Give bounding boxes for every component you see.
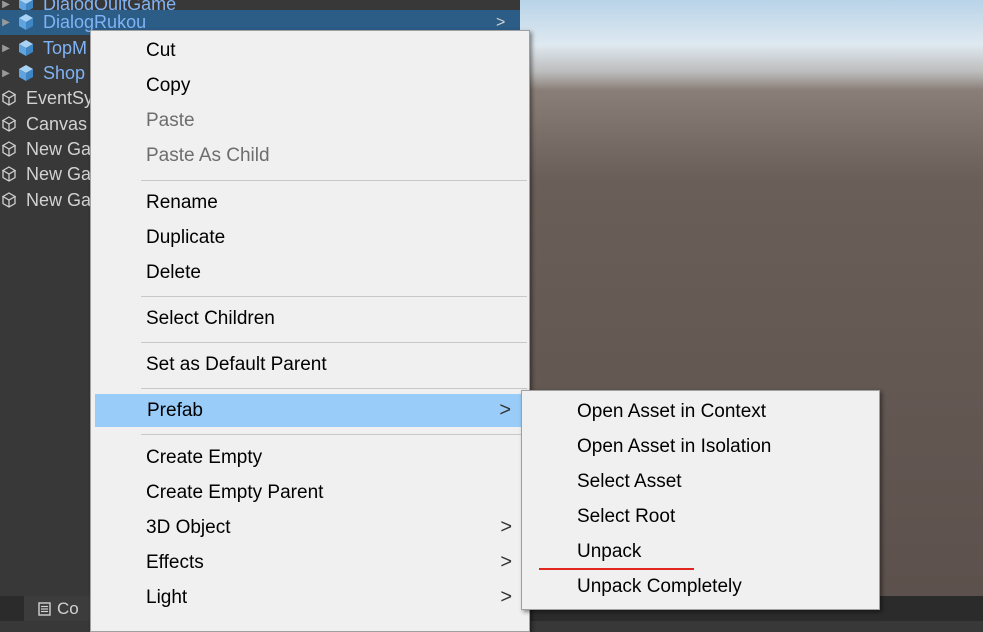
menu-separator	[141, 296, 527, 297]
menu-separator	[141, 180, 527, 181]
menu-item-rename[interactable]: Rename	[94, 186, 526, 219]
gameobject-cube-icon	[1, 116, 17, 132]
menu-item-set-as-default-parent[interactable]: Set as Default Parent	[94, 348, 526, 381]
menu-separator	[141, 434, 527, 435]
menu-item-label: Unpack Completely	[577, 576, 742, 597]
menu-item-label: Copy	[146, 75, 191, 96]
hierarchy-row-new-gameobject[interactable]: New Ga	[0, 137, 91, 162]
menu-item-label: Duplicate	[146, 227, 226, 248]
hierarchy-row-new-gameobject[interactable]: New Ga	[0, 162, 91, 187]
hierarchy-row-topm[interactable]: ▶ TopM	[0, 36, 87, 61]
gameobject-cube-icon	[1, 90, 17, 106]
console-icon	[38, 602, 51, 616]
prefab-cube-icon	[19, 14, 34, 30]
menu-item-label: Rename	[146, 192, 218, 213]
menu-item-duplicate[interactable]: Duplicate	[94, 221, 526, 254]
menu-item-label: Paste	[146, 110, 195, 131]
menu-item-light[interactable]: Light >	[94, 581, 526, 614]
menu-item-cut[interactable]: Cut	[94, 34, 526, 67]
menu-item-select-asset[interactable]: Select Asset	[525, 465, 876, 498]
menu-item-label: Open Asset in Context	[577, 401, 767, 422]
context-menu: Cut Copy Paste Paste As Child Rename Dup…	[90, 30, 530, 632]
menu-item-effects[interactable]: Effects >	[94, 546, 526, 579]
menu-item-label: Open Asset in Isolation	[577, 436, 772, 457]
menu-item-label: Select Asset	[577, 471, 682, 492]
menu-separator	[141, 342, 527, 343]
menu-item-unpack[interactable]: Unpack	[525, 535, 876, 568]
menu-item-create-empty-parent[interactable]: Create Empty Parent	[94, 476, 526, 509]
menu-item-select-root[interactable]: Select Root	[525, 500, 876, 533]
hierarchy-row-label: TopM	[43, 38, 88, 58]
hierarchy-row-label: New Ga	[26, 139, 92, 159]
menu-item-3d-object[interactable]: 3D Object >	[94, 511, 526, 544]
menu-item-select-children[interactable]: Select Children	[94, 302, 526, 335]
annotation-underline	[539, 568, 694, 570]
menu-item-label: Unpack	[577, 541, 642, 562]
hierarchy-row-label: Canvas	[26, 114, 88, 134]
menu-item-copy[interactable]: Copy	[94, 69, 526, 102]
submenu-arrow-icon: >	[499, 399, 511, 421]
menu-item-open-asset-in-context[interactable]: Open Asset in Context	[525, 395, 876, 428]
menu-item-label: Prefab	[147, 400, 203, 421]
menu-item-open-asset-in-isolation[interactable]: Open Asset in Isolation	[525, 430, 876, 463]
submenu-arrow-icon: >	[500, 586, 512, 608]
menu-item-paste-as-child: Paste As Child	[94, 139, 526, 172]
menu-item-label: 3D Object	[146, 517, 231, 538]
menu-item-label: Set as Default Parent	[146, 354, 327, 375]
hierarchy-row-new-gameobject[interactable]: New Ga	[0, 188, 91, 213]
menu-item-unpack-completely[interactable]: Unpack Completely	[525, 570, 876, 603]
menu-item-label: Delete	[146, 262, 201, 283]
expand-arrow-icon[interactable]: ▶	[0, 61, 12, 86]
prefab-cube-icon	[19, 65, 34, 81]
menu-item-delete[interactable]: Delete	[94, 256, 526, 289]
menu-item-label: Create Empty	[146, 447, 263, 468]
menu-item-label: Paste As Child	[146, 145, 270, 166]
menu-item-label: Cut	[146, 40, 176, 61]
menu-item-label: Effects	[146, 552, 204, 573]
menu-item-label: Select Children	[146, 308, 275, 329]
hierarchy-row-label: EventSy	[26, 88, 94, 108]
hierarchy-row-label: DialogRukou	[43, 12, 147, 32]
gameobject-cube-icon	[1, 166, 17, 182]
gameobject-cube-icon	[1, 192, 17, 208]
submenu-arrow-icon: >	[500, 551, 512, 573]
menu-item-create-empty[interactable]: Create Empty	[94, 441, 526, 474]
prefab-cube-icon	[19, 40, 34, 56]
menu-separator	[141, 388, 527, 389]
menu-item-label: Light	[146, 587, 188, 608]
gameobject-cube-icon	[1, 141, 17, 157]
hierarchy-row-canvas[interactable]: Canvas	[0, 112, 87, 137]
menu-item-paste: Paste	[94, 104, 526, 137]
prefab-submenu: Open Asset in Context Open Asset in Isol…	[521, 390, 880, 610]
hierarchy-row-eventsystem[interactable]: EventSy	[0, 86, 93, 111]
expand-arrow-icon[interactable]: ▶	[0, 36, 12, 61]
hierarchy-row-shop[interactable]: ▶ Shop	[0, 61, 85, 86]
hierarchy-row-label: New Ga	[26, 190, 92, 210]
menu-item-label: Select Root	[577, 506, 676, 527]
tab-label: Co	[57, 599, 79, 618]
expand-arrow-icon[interactable]: ▶	[0, 10, 12, 35]
menu-item-prefab[interactable]: Prefab >	[95, 394, 525, 427]
hierarchy-row-label: Shop	[43, 63, 86, 83]
submenu-arrow-icon: >	[500, 516, 512, 538]
menu-item-label: Create Empty Parent	[146, 482, 324, 503]
hierarchy-row-label: New Ga	[26, 164, 92, 184]
